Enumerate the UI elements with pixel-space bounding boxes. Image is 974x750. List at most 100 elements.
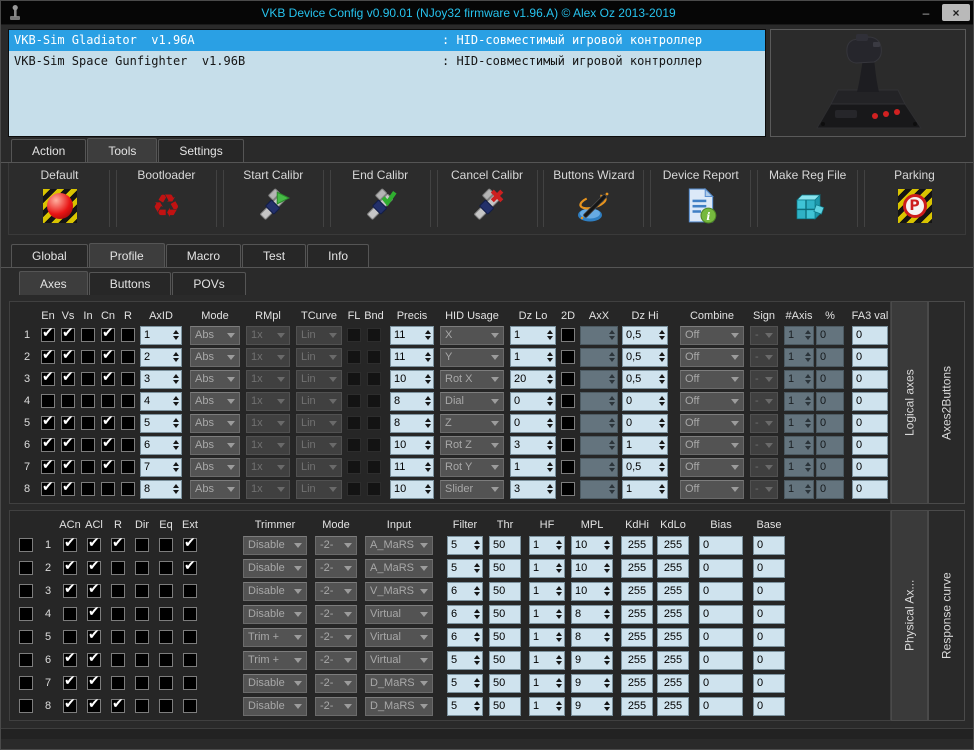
tab-info[interactable]: Info xyxy=(307,244,370,267)
logical-r8-dzlo[interactable]: 3 xyxy=(510,479,556,499)
physical-r5-kdlo[interactable]: 255 xyxy=(657,627,689,647)
physical-r1-trimmer[interactable]: Disable xyxy=(243,535,307,555)
physical-r4-hf[interactable]: 1 xyxy=(529,604,565,624)
physical-r8-ext[interactable] xyxy=(183,699,197,713)
logical-r1-cn[interactable] xyxy=(101,325,115,342)
physical-r6-hf[interactable]: 1 xyxy=(529,650,565,670)
logical-r2-cn[interactable] xyxy=(101,347,115,364)
physical-r3-eq[interactable] xyxy=(159,584,173,598)
logical-r2-d2[interactable] xyxy=(561,350,575,364)
physical-r8-bias[interactable]: 0 xyxy=(699,696,743,716)
physical-r6-input[interactable]: Virtual xyxy=(365,650,433,670)
physical-r2-filter[interactable]: 5 xyxy=(447,558,483,578)
logical-r2-combine[interactable]: Off xyxy=(680,347,744,367)
physical-r2-kdlo[interactable]: 255 xyxy=(657,558,689,578)
logical-r8-precis[interactable]: 10 xyxy=(390,479,434,499)
physical-r7-bias[interactable]: 0 xyxy=(699,673,743,693)
logical-r7-hid[interactable]: Rot Y xyxy=(440,457,504,477)
logical-r2-in[interactable] xyxy=(81,350,95,364)
logical-r7-r[interactable] xyxy=(121,460,135,474)
physical-r7-sel[interactable] xyxy=(19,676,33,690)
logical-r3-en[interactable] xyxy=(41,369,55,386)
physical-r8-kdhi[interactable]: 255 xyxy=(621,696,653,716)
physical-r5-base[interactable]: 0 xyxy=(753,627,785,647)
physical-r2-acn[interactable] xyxy=(63,558,77,575)
logical-r3-precis[interactable]: 10 xyxy=(390,369,434,389)
physical-r2-mode[interactable]: -2- xyxy=(315,558,357,578)
physical-r4-mode[interactable]: -2- xyxy=(315,604,357,624)
logical-r4-axid[interactable]: 4 xyxy=(140,391,182,411)
physical-r7-trimmer[interactable]: Disable xyxy=(243,673,307,693)
logical-r6-en[interactable] xyxy=(41,435,55,452)
logical-r1-r[interactable] xyxy=(121,328,135,342)
physical-r2-r[interactable] xyxy=(111,561,125,575)
physical-r3-mode[interactable]: -2- xyxy=(315,581,357,601)
logical-r2-precis[interactable]: 11 xyxy=(390,347,434,367)
physical-r1-sel[interactable] xyxy=(19,538,33,552)
physical-r6-mpl[interactable]: 9 xyxy=(571,650,613,670)
physical-r5-r[interactable] xyxy=(111,630,125,644)
physical-r1-mode[interactable]: -2- xyxy=(315,535,357,555)
physical-r6-r[interactable] xyxy=(111,653,125,667)
default-button[interactable]: Default xyxy=(11,165,108,232)
tab-macro[interactable]: Macro xyxy=(165,244,242,267)
logical-r2-fa3[interactable]: 0 xyxy=(852,347,888,367)
subtab-povs[interactable]: POVs xyxy=(172,272,246,295)
logical-r3-in[interactable] xyxy=(81,372,95,386)
physical-r5-input[interactable]: Virtual xyxy=(365,627,433,647)
physical-r4-ext[interactable] xyxy=(183,607,197,621)
logical-r6-precis[interactable]: 10 xyxy=(390,435,434,455)
logical-r1-fa3[interactable]: 0 xyxy=(852,325,888,345)
physical-r7-mpl[interactable]: 9 xyxy=(571,673,613,693)
logical-r5-cn[interactable] xyxy=(101,413,115,430)
physical-r7-hf[interactable]: 1 xyxy=(529,673,565,693)
logical-r2-hid[interactable]: Y xyxy=(440,347,504,367)
physical-r5-mode[interactable]: -2- xyxy=(315,627,357,647)
logical-r7-en[interactable] xyxy=(41,457,55,474)
physical-r8-filter[interactable]: 5 xyxy=(447,696,483,716)
minimize-button[interactable]: – xyxy=(913,4,939,21)
logical-r7-mode[interactable]: Abs xyxy=(190,457,240,477)
physical-r8-hf[interactable]: 1 xyxy=(529,696,565,716)
physical-r6-trimmer[interactable]: Trim + xyxy=(243,650,307,670)
logical-r6-axid[interactable]: 6 xyxy=(140,435,182,455)
physical-r7-acn[interactable] xyxy=(63,673,77,690)
logical-r1-combine[interactable]: Off xyxy=(680,325,744,345)
physical-r6-dir[interactable] xyxy=(135,653,149,667)
physical-r3-base[interactable]: 0 xyxy=(753,581,785,601)
logical-r5-hid[interactable]: Z xyxy=(440,413,504,433)
logical-r7-axid[interactable]: 7 xyxy=(140,457,182,477)
logical-r8-d2[interactable] xyxy=(561,482,575,496)
logical-r3-dzhi[interactable]: 0,5 xyxy=(622,369,668,389)
physical-r7-base[interactable]: 0 xyxy=(753,673,785,693)
logical-r5-dzlo[interactable]: 0 xyxy=(510,413,556,433)
physical-r4-trimmer[interactable]: Disable xyxy=(243,604,307,624)
sidetab-response-curve[interactable]: Response curve xyxy=(928,510,965,721)
physical-r5-acl[interactable] xyxy=(87,627,101,644)
physical-r4-acl[interactable] xyxy=(87,604,101,621)
physical-r1-kdhi[interactable]: 255 xyxy=(621,535,653,555)
physical-r2-eq[interactable] xyxy=(159,561,173,575)
logical-r1-precis[interactable]: 11 xyxy=(390,325,434,345)
physical-r4-sel[interactable] xyxy=(19,607,33,621)
physical-r2-acl[interactable] xyxy=(87,558,101,575)
logical-r7-cn[interactable] xyxy=(101,457,115,474)
logical-r1-en[interactable] xyxy=(41,325,55,342)
physical-r1-filter[interactable]: 5 xyxy=(447,535,483,555)
logical-r2-dzlo[interactable]: 1 xyxy=(510,347,556,367)
physical-r5-ext[interactable] xyxy=(183,630,197,644)
sidetab-logical-axes[interactable]: Logical axes xyxy=(891,301,928,504)
physical-r2-bias[interactable]: 0 xyxy=(699,558,743,578)
physical-r1-bias[interactable]: 0 xyxy=(699,535,743,555)
physical-r6-mode[interactable]: -2- xyxy=(315,650,357,670)
physical-r1-eq[interactable] xyxy=(159,538,173,552)
physical-r3-ext[interactable] xyxy=(183,584,197,598)
physical-r7-kdlo[interactable]: 255 xyxy=(657,673,689,693)
physical-r8-dir[interactable] xyxy=(135,699,149,713)
logical-r4-vs[interactable] xyxy=(61,394,75,408)
physical-r1-base[interactable]: 0 xyxy=(753,535,785,555)
physical-r4-dir[interactable] xyxy=(135,607,149,621)
physical-r2-hf[interactable]: 1 xyxy=(529,558,565,578)
logical-r2-r[interactable] xyxy=(121,350,135,364)
physical-r8-eq[interactable] xyxy=(159,699,173,713)
